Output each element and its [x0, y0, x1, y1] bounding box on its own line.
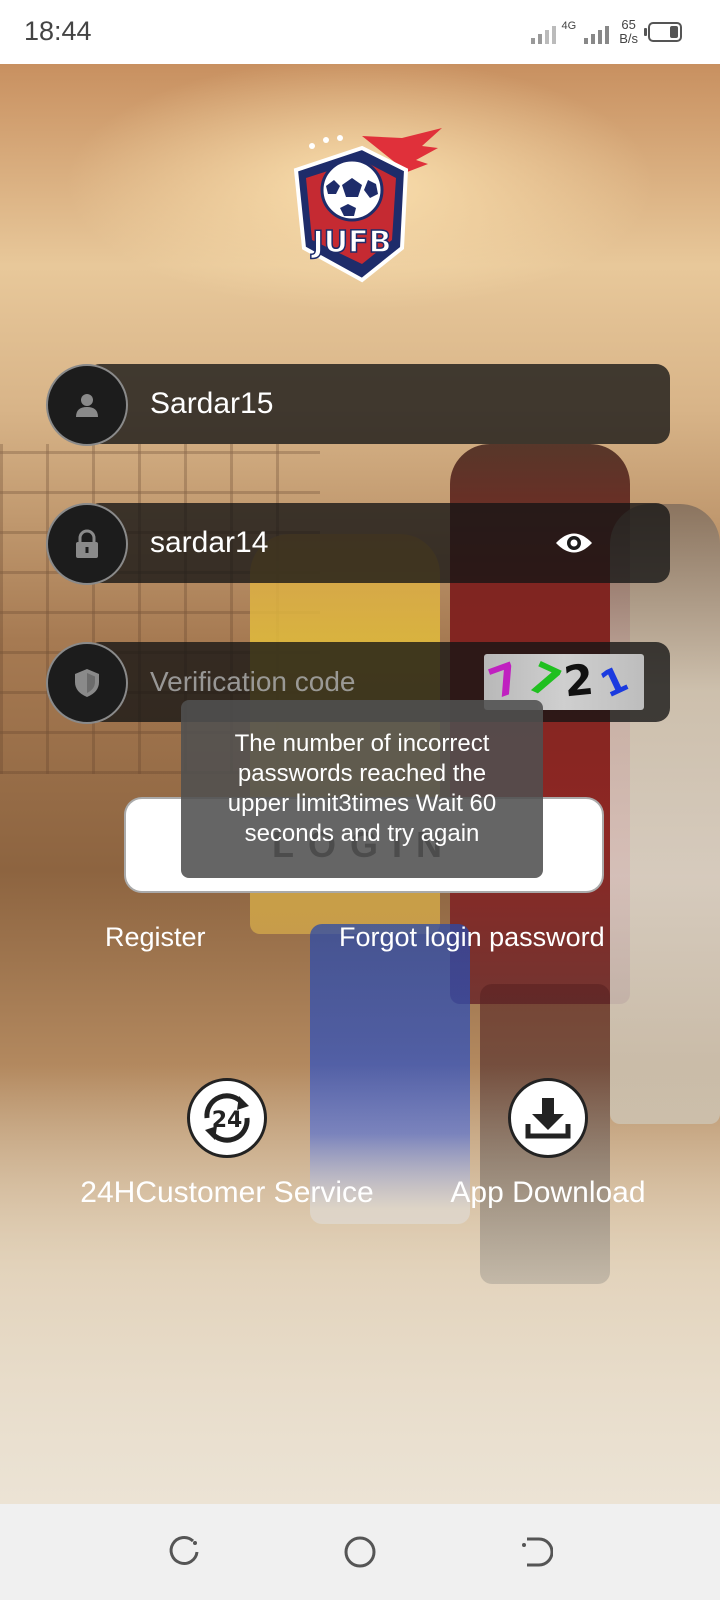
- jufb-logo: JUFB: [293, 128, 442, 283]
- password-input[interactable]: sardar14: [150, 503, 268, 583]
- lock-icon: [46, 503, 128, 585]
- customer-service-24h-icon: 24: [187, 1078, 267, 1158]
- app-download-button[interactable]: App Download: [430, 1078, 666, 1210]
- password-field[interactable]: sardar14: [46, 503, 670, 585]
- customer-service-label: 24HCustomer Service: [80, 1176, 374, 1209]
- error-toast-message: The number of incorrect passwords reache…: [227, 730, 497, 847]
- login-screen: 18:44 4G 65 B/s JUFB Sardar15 sardar14 V…: [0, 0, 720, 1600]
- download-icon: [508, 1078, 588, 1158]
- svg-text:JUFB: JUFB: [311, 225, 392, 260]
- svg-text:24: 24: [212, 1108, 243, 1133]
- error-toast: The number of incorrect passwords reache…: [181, 700, 543, 878]
- network-speed: 65 B/s: [619, 17, 638, 46]
- battery-icon: [644, 22, 682, 42]
- app-download-label: App Download: [450, 1176, 646, 1209]
- status-bar: 18:44 4G 65 B/s: [0, 0, 720, 64]
- username-field[interactable]: Sardar15: [46, 364, 670, 446]
- signal-icon: [530, 20, 556, 44]
- register-link[interactable]: Register: [105, 922, 206, 953]
- user-icon: [46, 364, 128, 446]
- back-icon[interactable]: [516, 1532, 556, 1572]
- recent-apps-icon[interactable]: [164, 1532, 204, 1572]
- customer-service-button[interactable]: 24 24HCustomer Service: [62, 1078, 392, 1210]
- system-nav-bar: [0, 1504, 720, 1600]
- status-time: 18:44: [24, 16, 92, 46]
- signal-icon-secondary: [584, 20, 610, 44]
- status-indicators: 4G 65 B/s: [530, 16, 682, 48]
- username-input[interactable]: Sardar15: [150, 364, 273, 444]
- home-icon[interactable]: [340, 1532, 380, 1572]
- network-type: 4G: [561, 19, 577, 32]
- forgot-password-link[interactable]: Forgot login password: [339, 922, 605, 953]
- eye-icon[interactable]: [552, 521, 596, 565]
- shield-icon: [46, 642, 128, 724]
